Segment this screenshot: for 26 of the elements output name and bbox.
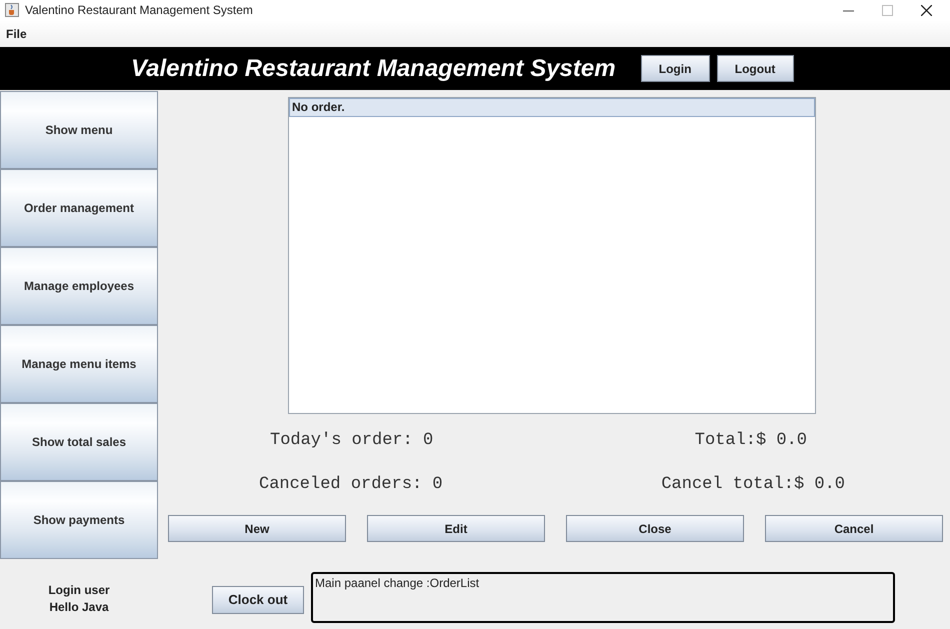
menu-item[interactable]: File	[6, 26, 27, 40]
action-button[interactable]: Edit	[367, 515, 545, 542]
clock-out-button[interactable]: Clock out	[212, 586, 304, 614]
stat-label: Total:$ 0.0	[694, 431, 807, 450]
login-label: Login user	[48, 582, 110, 598]
user-name: Hello Java	[49, 598, 109, 616]
status-message: Main paanel change :OrderList	[311, 572, 895, 623]
stat-label: Cancel total:$ 0.0	[661, 475, 845, 494]
list-item[interactable]: No order.	[289, 98, 815, 117]
app-icon	[5, 3, 19, 17]
action-button[interactable]: Close	[566, 515, 744, 542]
app-title: Valentino Restaurant Management System	[131, 54, 616, 82]
header-button[interactable]: Login	[640, 55, 710, 82]
sidebar-button[interactable]: Manage employees	[0, 247, 158, 325]
sidebar-button[interactable]: Show payments	[0, 481, 158, 559]
action-button[interactable]: Cancel	[765, 515, 943, 542]
sidebar-button[interactable]: Show total sales	[0, 403, 158, 481]
sidebar-button[interactable]: Order management	[0, 169, 158, 247]
sidebar-button[interactable]: Show menu	[0, 91, 158, 169]
header-button[interactable]: Logout	[716, 55, 794, 82]
close-icon[interactable]	[921, 4, 932, 16]
stat-label: Today's order: 0	[270, 431, 434, 450]
window-title: Valentino Restaurant Management System	[25, 3, 254, 17]
stat-label: Canceled orders: 0	[259, 475, 443, 494]
action-button[interactable]: New	[168, 515, 346, 542]
sidebar-button[interactable]: Manage menu items	[0, 325, 158, 403]
